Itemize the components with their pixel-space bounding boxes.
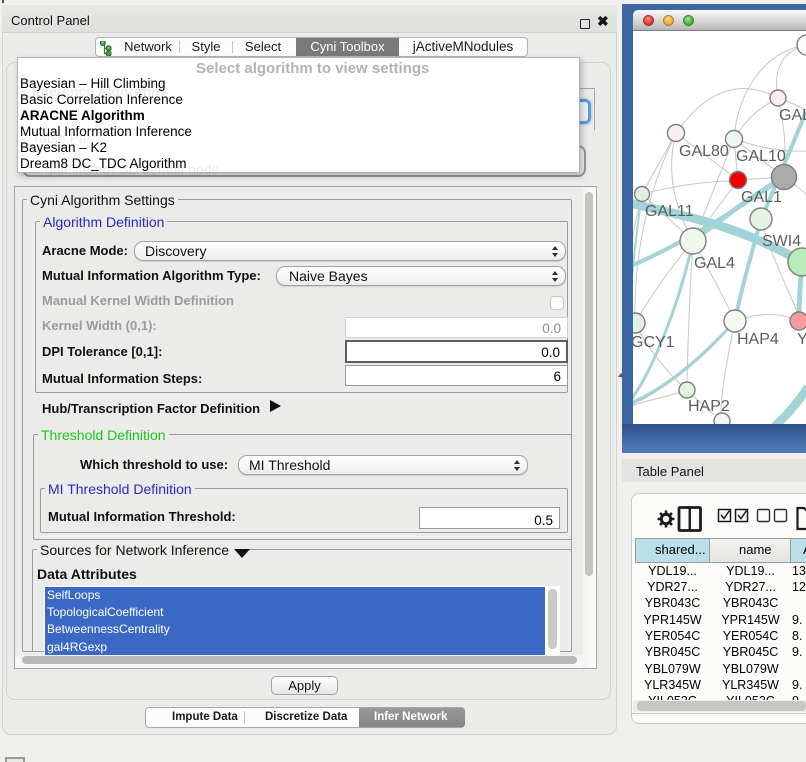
svg-text:GAL10: GAL10 [736,148,786,165]
svg-text:GAL80: GAL80 [679,143,729,160]
svg-text:HAP4: HAP4 [737,331,779,348]
svg-text:GAL4: GAL4 [694,255,735,272]
svg-text:GAL11: GAL11 [645,203,694,220]
svg-text:GCY1: GCY1 [633,334,675,351]
svg-text:Y: Y [797,331,806,348]
svg-text:GAL1: GAL1 [741,189,782,206]
svg-text:HAP2: HAP2 [688,398,730,415]
svg-text:SWI4: SWI4 [762,233,801,250]
svg-text:GAL: GAL [779,107,806,124]
